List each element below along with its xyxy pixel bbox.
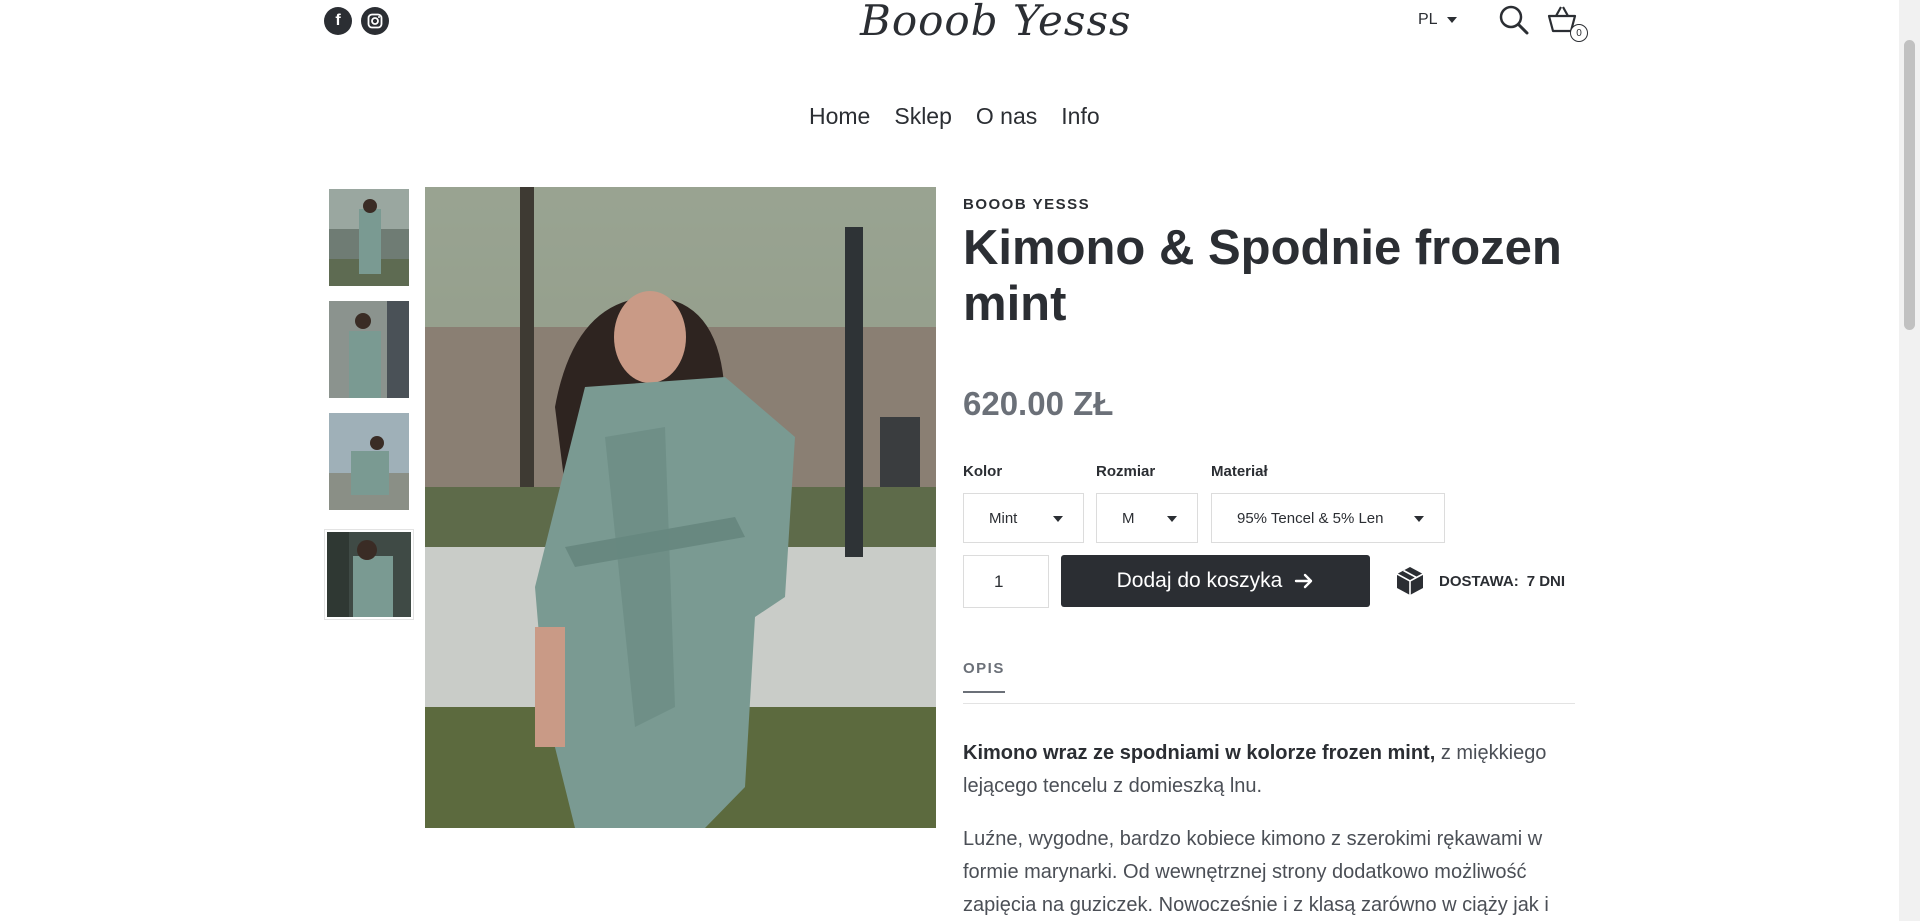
thumbnail-1[interactable] [327,187,411,288]
description-paragraph: Luźne, wygodne, bardzo kobiece kimono z … [963,828,1549,916]
product-title: Kimono & Spodnie frozen mint [963,221,1562,331]
size-select[interactable]: M [1096,493,1198,543]
cart-button[interactable]: 0 [1546,4,1588,46]
thumbnail-2[interactable] [327,299,411,400]
site-logo[interactable]: Booob Yesss [860,0,1131,46]
chevron-down-icon [1446,17,1457,23]
search-icon[interactable] [1498,4,1530,36]
size-select-value: M [1122,509,1135,527]
social-links: f [324,7,389,35]
tab-description[interactable]: OPIS [963,660,1005,693]
package-icon [1396,567,1424,595]
page-scrollbar[interactable] [1899,0,1920,921]
delivery-value: 7 DNI [1526,572,1566,590]
material-select-value: 95% Tencel & 5% Len [1237,509,1384,527]
nav-shop[interactable]: Sklep [894,103,952,130]
add-to-cart-button[interactable]: Dodaj do koszyka [1061,555,1370,607]
color-select-value: Mint [989,509,1018,527]
nav-info[interactable]: Info [1061,103,1099,130]
option-label-size: Rozmiar [1096,463,1156,480]
delivery-label: DOSTAWA: [1439,572,1519,590]
option-label-material: Materiał [1211,463,1268,480]
thumbnail-3[interactable] [327,411,411,512]
thumbnail-4[interactable] [324,529,414,620]
product-tabs: OPIS [963,660,1575,704]
language-label: PL [1418,11,1438,28]
instagram-icon[interactable] [361,7,389,35]
scrollbar-thumb[interactable] [1904,40,1915,330]
nav-about[interactable]: O nas [976,103,1037,130]
nav-home[interactable]: Home [809,103,870,130]
facebook-icon[interactable]: f [324,7,352,35]
language-selector[interactable]: PL [1418,11,1457,29]
description-bold: Kimono wraz ze spodniami w kolorze froze… [963,742,1436,764]
quantity-input[interactable]: 1 [963,555,1049,608]
product-description: Kimono wraz ze spodniami w kolorze froze… [963,737,1575,921]
add-to-cart-label: Dodaj do koszyka [1116,569,1283,592]
chevron-down-icon [1053,516,1063,522]
product-main-image[interactable] [425,187,936,828]
material-select[interactable]: 95% Tencel & 5% Len [1211,493,1445,543]
main-nav: Home Sklep O nas Info [809,103,1100,130]
chevron-down-icon [1414,516,1424,522]
description-paragraph: Kimono wraz ze spodniami w kolorze froze… [963,737,1575,803]
product-brand[interactable]: BOOOB YESSS [963,196,1090,213]
chevron-down-icon [1167,516,1177,522]
color-select[interactable]: Mint [963,493,1084,543]
option-label-color: Kolor [963,463,1003,480]
cart-count-badge: 0 [1570,24,1588,42]
product-price: 620.00 ZŁ [963,385,1114,422]
arrow-right-icon [1295,573,1313,589]
delivery-info: DOSTAWA: 7 DNI [1395,565,1565,597]
